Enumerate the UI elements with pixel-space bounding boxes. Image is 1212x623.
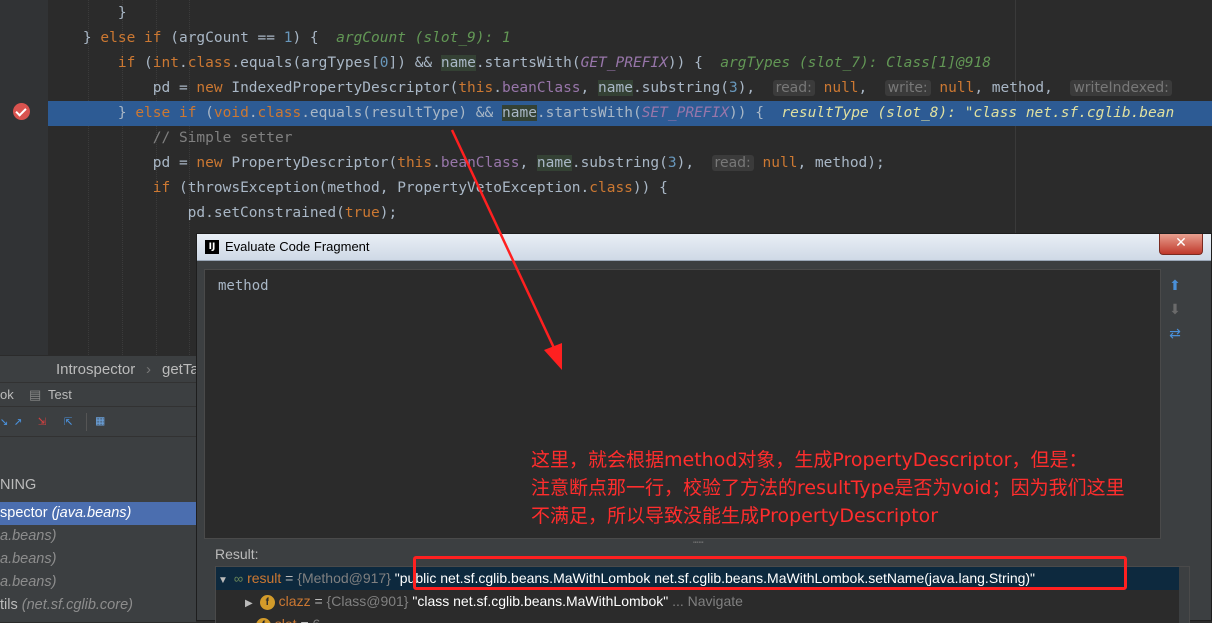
intellij-icon: IJ [205,240,219,254]
breakpoint-icon[interactable] [13,103,30,120]
watch-icon: ∞ [233,571,244,586]
frame-item[interactable]: a.beans) [0,571,196,594]
step-out-icon[interactable]: ⇱ [64,413,72,429]
code-line[interactable]: if (int.class.equals(argTypes[0]) && nam… [48,51,1212,76]
field-icon: f [259,594,275,610]
code-fragment-input[interactable]: method 这里，就会根据method对象，生成PropertyDescrip… [204,269,1161,539]
expression-text: method [218,278,269,294]
splitter-handle[interactable]: ⋯⋯ [693,538,704,548]
code-line[interactable]: // Simple setter [48,126,1212,151]
code-line[interactable]: if (throwsException(method, PropertyVeto… [48,176,1212,201]
frame-item[interactable]: a.beans) [0,548,196,571]
tree-row-clazz[interactable]: ▶ f clazz = {Class@901} "class net.sf.cg… [216,590,1189,613]
dialog-titlebar[interactable]: IJ Evaluate Code Fragment [197,234,1211,261]
tree-row-slot[interactable]: f slot = 6 [216,613,1189,623]
thread-status: NING [0,477,37,493]
chevron-right-icon: › [146,361,151,378]
dialog-title: Evaluate Code Fragment [225,239,370,254]
debug-toolbar: ↘ ↗ ⇲ ⇱ ▦ [0,406,200,437]
close-button[interactable]: ✕ [1159,234,1203,255]
scrollbar[interactable] [1179,567,1189,623]
arrow-up-icon[interactable]: ⬆ [1165,274,1185,298]
evaluate-dialog: IJ Evaluate Code Fragment ✕ method 这里，就会… [196,233,1212,623]
frame-item[interactable]: a.beans) [0,525,196,548]
code-line[interactable]: pd.setConstrained(true); [48,201,1212,226]
code-line[interactable]: pd = new PropertyDescriptor(this.beanCla… [48,151,1212,176]
breadcrumb-method[interactable]: getTa [162,356,199,383]
breadcrumb-class[interactable]: Introspector [56,356,135,383]
tab-ok[interactable]: ok [0,383,14,407]
debug-tabs: ok ▤ Test [0,382,200,407]
annotation-line: 这里，就会根据method对象，生成PropertyDescriptor，但是： [531,449,1088,471]
code-line[interactable]: } [48,1,1212,26]
force-step-icon[interactable]: ⇲ [38,413,46,429]
code-line[interactable]: pd = new IndexedPropertyDescriptor(this.… [48,76,1212,101]
navigate-link[interactable]: ... Navigate [668,593,743,609]
collapsed-arrow-icon[interactable]: ▶ [242,592,256,615]
result-label: Result: [215,546,259,562]
annotation-line: 注意断点那一行，校验了方法的resultType是否为void；因为我们这里 [531,477,1125,499]
breadcrumb: Introspector › getTa [0,355,200,383]
expanded-arrow-icon[interactable]: ▼ [216,569,230,592]
annotation-line: 不满足，所以导致没能生成PropertyDescriptor [531,505,939,527]
annotation-note: 这里，就会根据method对象，生成PropertyDescriptor，但是：… [531,446,1171,530]
test-tab-icon: ▤ [29,387,42,402]
tab-test[interactable]: Test [48,383,72,407]
history-controls: ⬆ ⬇ ⇄ [1165,274,1185,346]
frame-item[interactable]: spector (java.beans) [0,502,196,525]
evaluate-icon[interactable]: ▦ [96,413,104,429]
code-line[interactable]: } else if (void.class.equals(resultType)… [48,101,1212,126]
step-arrow-icon[interactable]: ↘ [0,413,8,429]
editor-gutter[interactable] [0,0,48,355]
highlight-box [413,556,1127,590]
field-icon: f [255,617,271,623]
expression-mode-icon[interactable]: ⇄ [1165,322,1185,346]
toolbar-divider [86,413,87,431]
step-into-icon[interactable]: ↗ [14,413,22,429]
frame-item[interactable]: tils (net.sf.cglib.core) [0,594,196,617]
frames-panel: NING spector (java.beans) a.beans) a.bea… [0,436,196,622]
arrow-down-icon[interactable]: ⬇ [1165,298,1185,322]
code-line[interactable]: } else if (argCount == 1) { argCount (sl… [48,26,1212,51]
